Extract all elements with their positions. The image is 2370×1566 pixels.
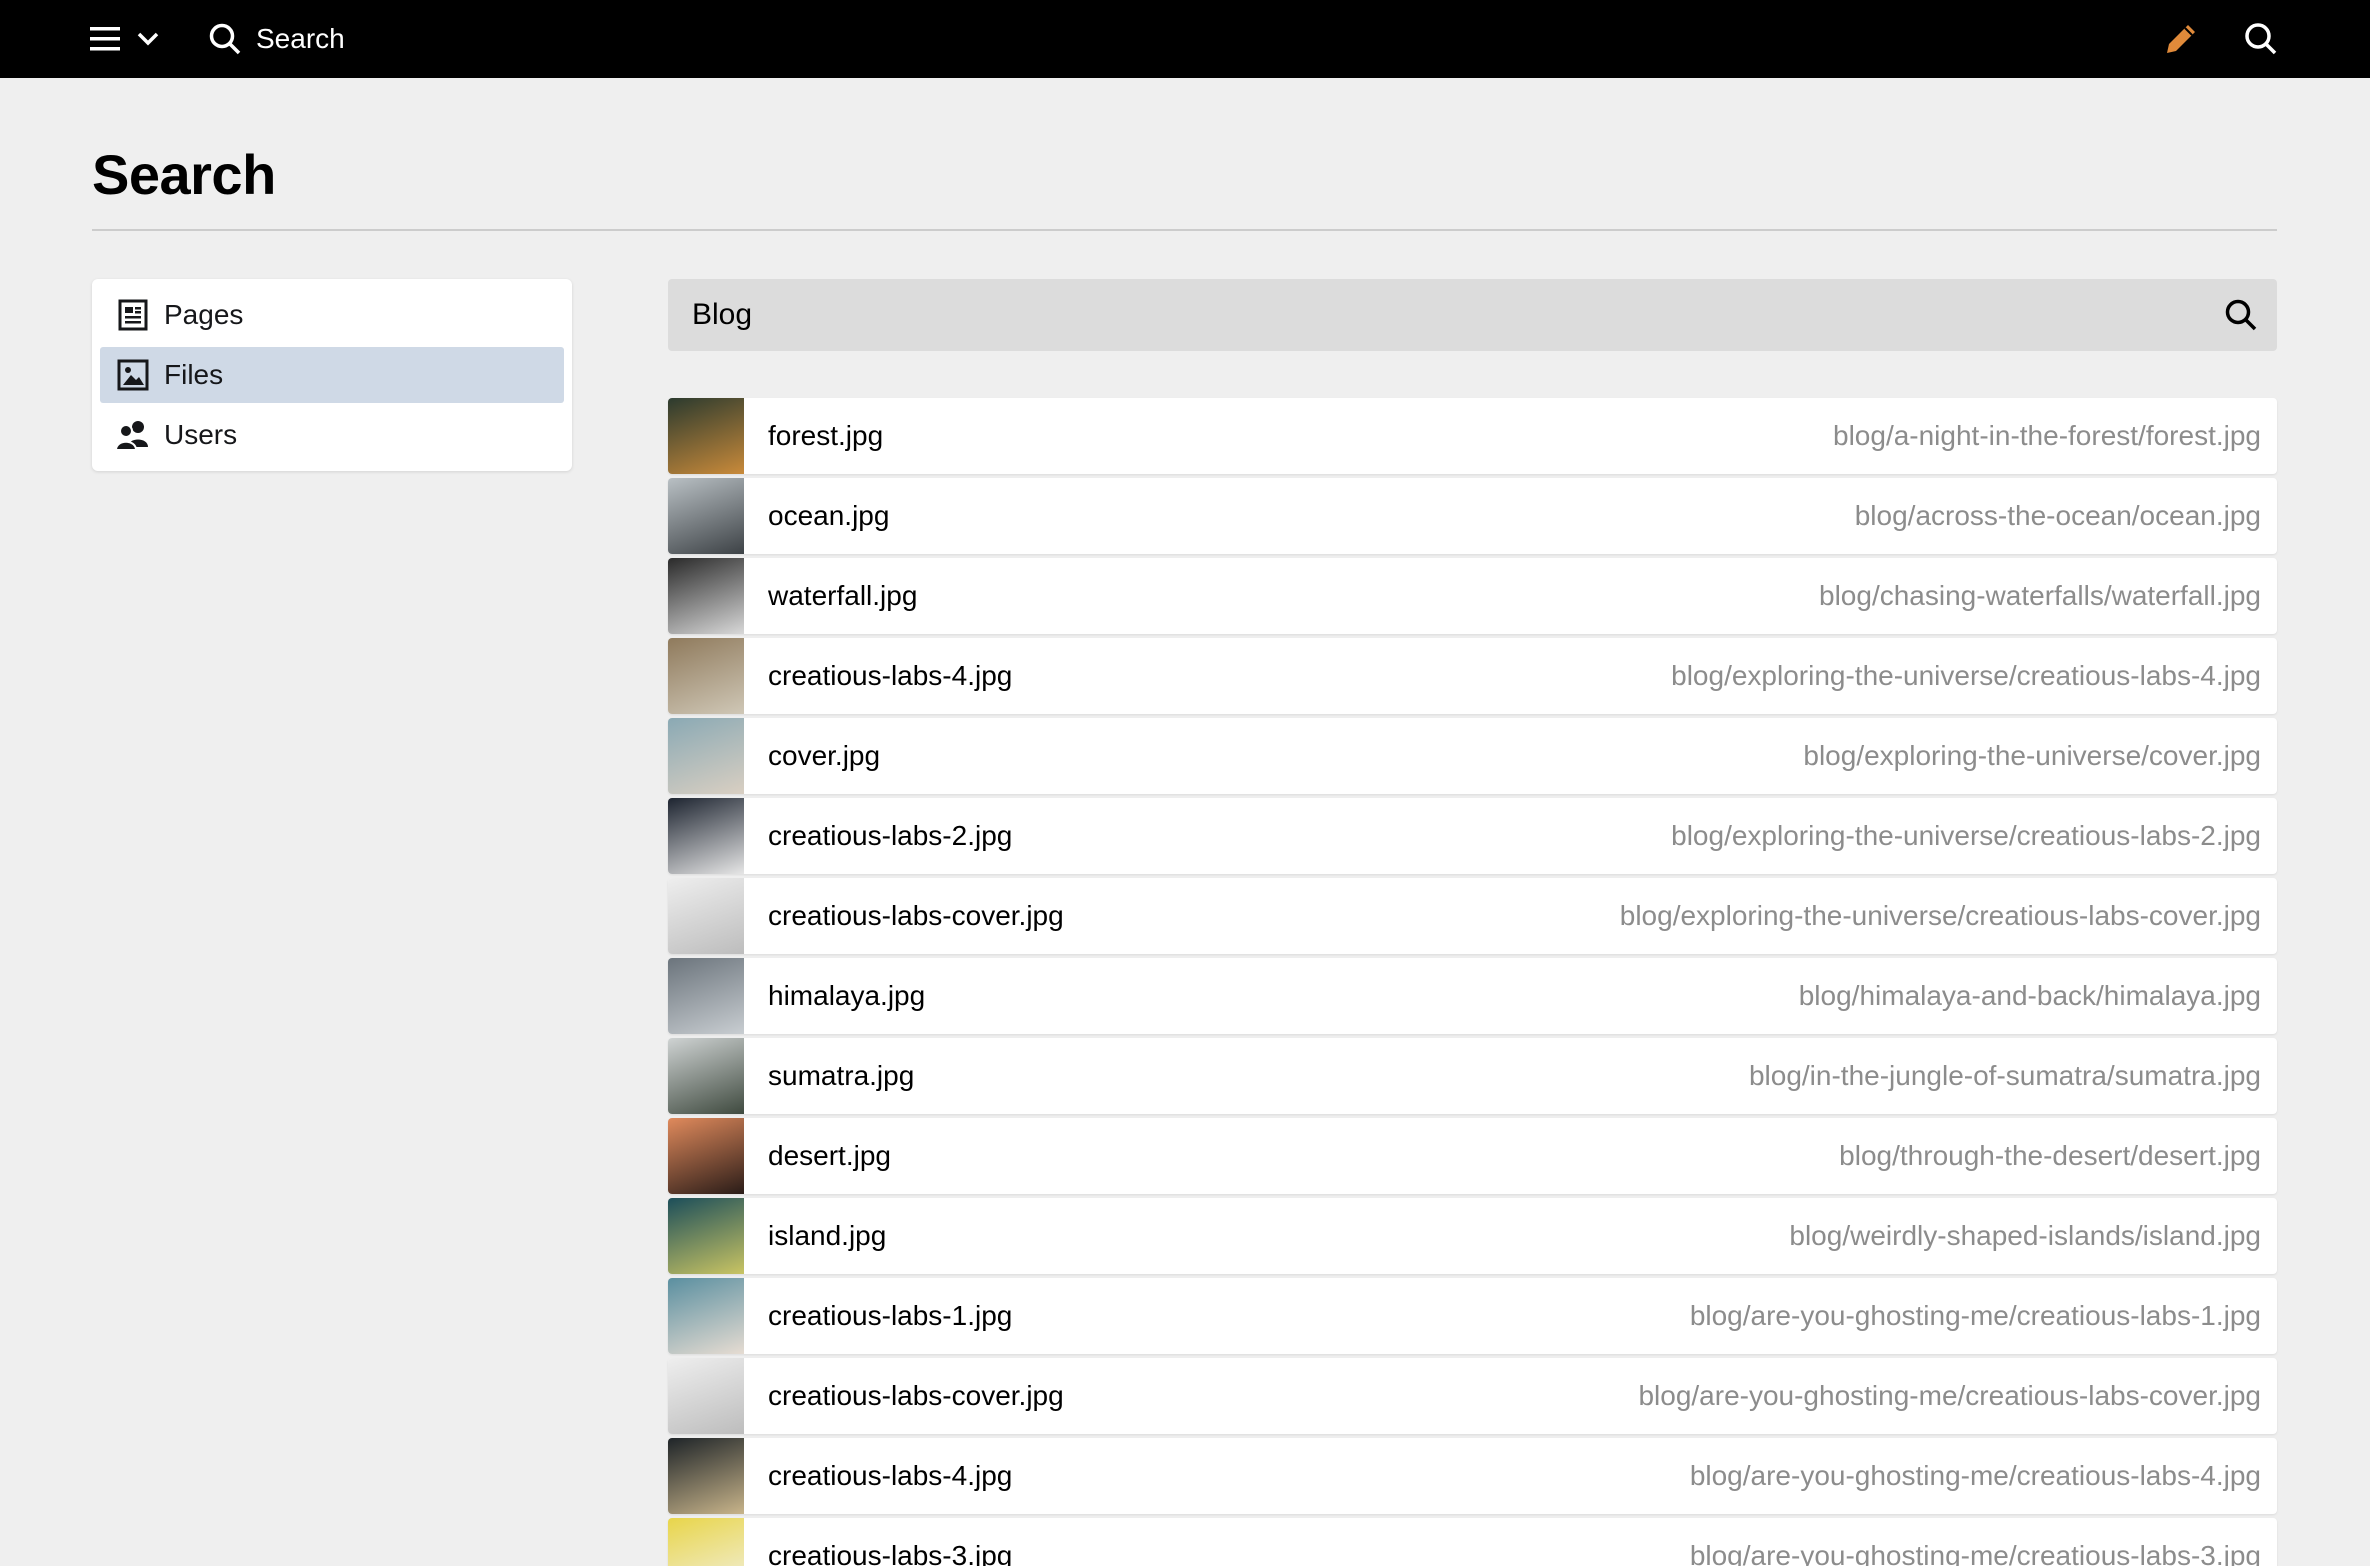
result-row[interactable]: sumatra.jpg blog/in-the-jungle-of-sumatra… — [668, 1038, 2277, 1114]
file-thumbnail — [668, 1278, 744, 1354]
file-path: blog/are-you-ghosting-me/creatious-labs-… — [1689, 1460, 2261, 1491]
search-submit-button[interactable] — [2205, 279, 2277, 351]
file-name: creatious-labs-cover.jpg — [768, 900, 1064, 931]
file-name: creatious-labs-4.jpg — [768, 1460, 1013, 1491]
file-name: creatious-labs-3.jpg — [768, 1540, 1013, 1566]
file-path: blog/exploring-the-universe/cover.jpg — [1803, 740, 2261, 771]
file-path: blog/exploring-the-universe/creatious-la… — [1671, 660, 2261, 691]
result-row[interactable]: desert.jpg blog/through-the-desert/desert… — [668, 1118, 2277, 1194]
file-thumbnail — [668, 878, 744, 954]
file-thumbnail — [668, 478, 744, 554]
result-row[interactable]: cover.jpg blog/exploring-the-universe/cov… — [668, 718, 2277, 794]
file-thumbnail — [668, 1118, 744, 1194]
file-thumbnail — [668, 1358, 744, 1434]
file-thumbnail — [668, 718, 744, 794]
edit-button[interactable] — [2158, 16, 2204, 62]
file-path: blog/himalaya-and-back/himalaya.jpg — [1798, 980, 2261, 1011]
topbar-search-button[interactable]: Search — [208, 14, 345, 64]
file-path: blog/are-you-ghosting-me/creatious-labs-… — [1638, 1380, 2261, 1411]
search-input[interactable] — [668, 279, 2205, 351]
result-row[interactable]: waterfall.jpg blog/chasing-waterfalls/wat… — [668, 558, 2277, 634]
file-name: forest.jpg — [768, 420, 884, 451]
file-name: creatious-labs-4.jpg — [768, 660, 1013, 691]
file-path: blog/exploring-the-universe/creatious-la… — [1671, 820, 2261, 851]
file-name: island.jpg — [768, 1220, 887, 1251]
file-name: cover.jpg — [768, 740, 881, 771]
result-row[interactable]: forest.jpg blog/a-night-in-the-forest/for… — [668, 398, 2277, 474]
menu-button[interactable] — [88, 17, 170, 61]
file-thumbnail — [668, 1198, 744, 1274]
sidebar-item-label: Files — [164, 359, 224, 390]
result-row[interactable]: creatious-labs-cover.jpg blog/exploring-t… — [668, 878, 2277, 954]
page-icon — [116, 298, 150, 332]
file-name: himalaya.jpg — [768, 980, 926, 1011]
image-icon — [116, 358, 150, 392]
result-row[interactable]: creatious-labs-1.jpg blog/are-you-ghostin… — [668, 1278, 2277, 1354]
file-name: creatious-labs-2.jpg — [768, 820, 1013, 851]
result-row[interactable]: island.jpg blog/weirdly-shaped-islands/is… — [668, 1198, 2277, 1274]
topbar-search-label: Search — [256, 23, 345, 54]
sidebar-item-pages[interactable]: Pages — [100, 287, 564, 343]
chevron-down-icon — [137, 32, 159, 46]
topbar-search-icon-button[interactable] — [2238, 16, 2284, 62]
result-row[interactable]: ocean.jpg blog/across-the-ocean/ocean.jpg — [668, 478, 2277, 554]
file-path: blog/chasing-waterfalls/waterfall.jpg — [1819, 580, 2261, 611]
search-icon — [209, 23, 241, 55]
file-path: blog/are-you-ghosting-me/creatious-labs-… — [1689, 1540, 2261, 1566]
file-thumbnail — [668, 1038, 744, 1114]
file-thumbnail — [668, 558, 744, 634]
file-thumbnail — [668, 398, 744, 474]
file-thumbnail — [668, 638, 744, 714]
result-row[interactable]: creatious-labs-3.jpg blog/are-you-ghostin… — [668, 1518, 2277, 1566]
file-thumbnail — [668, 958, 744, 1034]
file-name: creatious-labs-cover.jpg — [768, 1380, 1064, 1411]
top-bar: Search — [0, 0, 2370, 78]
file-path: blog/exploring-the-universe/creatious-la… — [1619, 900, 2261, 931]
file-name: creatious-labs-1.jpg — [768, 1300, 1013, 1331]
sidebar-item-label: Pages — [164, 299, 244, 330]
hamburger-icon — [90, 27, 120, 51]
file-path: blog/in-the-jungle-of-sumatra/sumatra.jp… — [1748, 1060, 2261, 1091]
file-name: ocean.jpg — [768, 500, 890, 531]
users-icon — [116, 418, 150, 452]
result-row[interactable]: creatious-labs-cover.jpg blog/are-you-gho… — [668, 1358, 2277, 1434]
results-list: forest.jpg blog/a-night-in-the-forest/for… — [668, 398, 2277, 1566]
search-icon — [2245, 23, 2277, 55]
sidebar-item-files[interactable]: Files — [100, 347, 564, 403]
file-path: blog/weirdly-shaped-islands/island.jpg — [1789, 1220, 2261, 1251]
page-title: Search — [92, 143, 276, 206]
result-row[interactable]: creatious-labs-2.jpg blog/exploring-the-u… — [668, 798, 2277, 874]
search-bar — [668, 279, 2277, 351]
sidebar-item-label: Users — [164, 419, 238, 450]
result-row[interactable]: creatious-labs-4.jpg blog/are-you-ghostin… — [668, 1438, 2277, 1514]
file-name: desert.jpg — [768, 1140, 891, 1171]
search-type-sidebar: Pages Files Users — [92, 279, 572, 471]
file-path: blog/through-the-desert/desert.jpg — [1839, 1140, 2261, 1171]
file-thumbnail — [668, 798, 744, 874]
file-path: blog/are-you-ghosting-me/creatious-labs-… — [1689, 1300, 2261, 1331]
title-divider — [92, 229, 2277, 231]
file-thumbnail — [668, 1438, 744, 1514]
result-row[interactable]: creatious-labs-4.jpg blog/exploring-the-u… — [668, 638, 2277, 714]
file-name: waterfall.jpg — [768, 580, 918, 611]
file-path: blog/across-the-ocean/ocean.jpg — [1854, 500, 2261, 531]
file-name: sumatra.jpg — [768, 1060, 915, 1091]
result-row[interactable]: himalaya.jpg blog/himalaya-and-back/himal… — [668, 958, 2277, 1034]
file-path: blog/a-night-in-the-forest/forest.jpg — [1833, 420, 2261, 451]
pen-icon — [2167, 25, 2195, 53]
search-icon — [2225, 299, 2257, 331]
sidebar-item-users[interactable]: Users — [100, 407, 564, 463]
file-thumbnail — [668, 1518, 744, 1566]
